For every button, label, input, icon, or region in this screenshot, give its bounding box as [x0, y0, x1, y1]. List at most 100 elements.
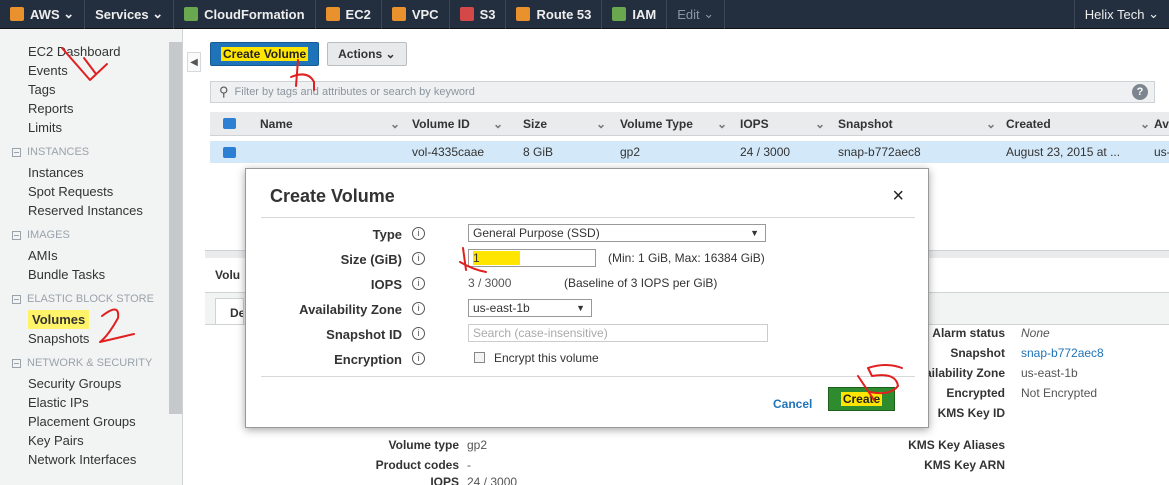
vpc-icon	[391, 7, 406, 21]
sidebar-item-amis[interactable]: AMIs	[0, 246, 182, 265]
sidebar-item-placement-groups[interactable]: Placement Groups	[0, 412, 182, 431]
create-button[interactable]: Create	[828, 387, 895, 411]
detail-label-volume-type: Volume type	[388, 438, 459, 452]
sidebar-item-limits[interactable]: Limits	[0, 118, 182, 137]
column-name[interactable]: Name	[260, 112, 293, 135]
dropdown-arrow-icon: ▼	[576, 303, 585, 313]
encrypt-checkbox[interactable]	[474, 352, 485, 363]
detail-value-product-codes: -	[467, 458, 471, 472]
toolbar: Create Volume Actions ⌄	[210, 42, 407, 66]
size-label: Size (GiB)	[340, 252, 402, 267]
sidebar-item-spot-requests[interactable]: Spot Requests	[0, 182, 182, 201]
sidebar-section-ebs[interactable]: ELASTIC BLOCK STORE	[0, 288, 182, 310]
info-icon[interactable]: i	[412, 277, 425, 290]
dialog-title: Create Volume	[270, 186, 395, 206]
create-volume-button[interactable]: Create Volume	[210, 42, 320, 66]
sidebar-section-instances[interactable]: INSTANCES	[0, 141, 182, 163]
filter-placeholder: Filter by tags and attributes or search …	[234, 86, 475, 98]
type-label: Type	[372, 227, 402, 242]
info-icon[interactable]: i	[412, 352, 425, 365]
cell-volume-id: vol-4335caae	[412, 145, 485, 159]
cell-created: August 23, 2015 at ...	[1006, 145, 1121, 159]
nav-s3[interactable]: S3	[450, 0, 507, 29]
column-volume-id[interactable]: Volume ID	[412, 112, 470, 135]
sidebar-item-tags[interactable]: Tags	[0, 80, 182, 99]
sidebar-item-network-interfaces[interactable]: Network Interfaces	[0, 450, 182, 469]
detail-value-availability-zone: us-east-1b	[1021, 366, 1078, 380]
account-menu[interactable]: Helix Tech ⌄	[1073, 0, 1169, 29]
filter-input[interactable]: ⚲ Filter by tags and attributes or searc…	[210, 81, 1155, 103]
dropdown-arrow-icon: ▼	[750, 228, 759, 238]
column-availability-zone[interactable]: Av	[1154, 112, 1169, 135]
sidebar-item-events[interactable]: Events	[0, 61, 182, 80]
select-all-checkbox[interactable]	[223, 118, 236, 129]
iops-value: 3 / 3000	[468, 276, 512, 290]
sidebar-item-reserved-instances[interactable]: Reserved Instances	[0, 201, 182, 220]
detail-value-iops: 24 / 3000	[467, 477, 518, 485]
help-icon[interactable]: ?	[1132, 84, 1148, 100]
dialog-footer-divider	[261, 376, 915, 377]
cell-availability-zone: us-	[1154, 145, 1169, 159]
sidebar-item-reports[interactable]: Reports	[0, 99, 182, 118]
sidebar-item-snapshots[interactable]: Snapshots	[0, 329, 182, 348]
detail-label-snapshot: Snapshot	[950, 346, 1005, 360]
sidebar-section-images[interactable]: IMAGES	[0, 224, 182, 246]
size-input[interactable]: 1	[468, 249, 596, 267]
sidebar-item-instances[interactable]: Instances	[0, 163, 182, 182]
sidebar-item-ec2-dashboard[interactable]: EC2 Dashboard	[0, 42, 182, 61]
column-volume-type[interactable]: Volume Type	[620, 112, 693, 135]
availability-zone-row: Availability Zone i us-east-1b ▼	[246, 299, 930, 321]
cell-snapshot: snap-b772aec8	[838, 145, 921, 159]
column-created[interactable]: Created	[1006, 112, 1051, 135]
actions-button[interactable]: Actions ⌄	[327, 42, 407, 66]
services-menu[interactable]: Services ⌄	[85, 0, 175, 29]
edit-menu[interactable]: Edit ⌄	[667, 0, 726, 29]
details-header: Volu	[215, 268, 241, 282]
detail-value-volume-type: gp2	[467, 438, 488, 452]
column-snapshot[interactable]: Snapshot	[838, 112, 893, 135]
info-icon[interactable]: i	[412, 302, 425, 315]
info-icon[interactable]: i	[412, 327, 425, 340]
search-icon: ⚲	[219, 84, 229, 99]
detail-value-encrypted: Not Encrypted	[1021, 386, 1098, 400]
sidebar-item-elastic-ips[interactable]: Elastic IPs	[0, 393, 182, 412]
info-icon[interactable]: i	[412, 227, 425, 240]
nav-iam[interactable]: IAM	[602, 0, 668, 29]
close-icon[interactable]: ×	[892, 185, 904, 208]
sidebar-item-volumes[interactable]: Volumes	[28, 310, 90, 329]
aws-menu[interactable]: AWS ⌄	[0, 0, 86, 29]
cancel-button[interactable]: Cancel	[773, 397, 812, 411]
detail-value-alarm-status: None	[1021, 326, 1050, 340]
sidebar-item-key-pairs[interactable]: Key Pairs	[0, 431, 182, 450]
type-select[interactable]: General Purpose (SSD) ▼	[468, 224, 766, 242]
info-icon[interactable]: i	[412, 252, 425, 265]
column-iops[interactable]: IOPS	[740, 112, 769, 135]
collapse-sidebar-icon[interactable]: ◀	[187, 52, 201, 72]
nav-vpc[interactable]: VPC	[382, 0, 450, 29]
row-checkbox[interactable]	[223, 146, 236, 158]
encryption-row: Encryption i Encrypt this volume	[246, 349, 930, 371]
sidebar-item-security-groups[interactable]: Security Groups	[0, 374, 182, 393]
detail-label-iops: IOPS	[430, 477, 459, 485]
nav-ec2[interactable]: EC2	[316, 0, 382, 29]
snapshot-input[interactable]: Search (case-insensitive)	[468, 324, 768, 342]
nav-cloudformation[interactable]: CloudFormation	[174, 0, 316, 29]
snapshot-label: Snapshot ID	[326, 327, 402, 342]
dialog-divider	[261, 217, 915, 218]
sidebar-scrollbar[interactable]	[169, 42, 182, 414]
availability-zone-select[interactable]: us-east-1b ▼	[468, 299, 592, 317]
iops-label: IOPS	[370, 277, 402, 292]
iam-icon	[612, 7, 627, 21]
sidebar-section-network[interactable]: NETWORK & SECURITY	[0, 352, 182, 374]
type-row: Type i General Purpose (SSD) ▼	[246, 224, 930, 246]
detail-label-encrypted: Encrypted	[946, 386, 1005, 400]
detail-value-snapshot[interactable]: snap-b772aec8	[1021, 346, 1104, 360]
collapse-minus-icon	[12, 358, 21, 368]
table-row[interactable]: vol-4335caae 8 GiB gp2 24 / 3000 snap-b7…	[210, 141, 1169, 163]
column-size[interactable]: Size	[523, 112, 547, 135]
volumes-table-header: Name ⌄ Volume ID ⌄ Size ⌄ Volume Type ⌄ …	[210, 112, 1169, 136]
tab-description[interactable]: De	[215, 298, 244, 324]
nav-route53[interactable]: Route 53	[506, 0, 603, 29]
sidebar-item-bundle-tasks[interactable]: Bundle Tasks	[0, 265, 182, 284]
detail-label-kms-key-id: KMS Key ID	[937, 406, 1005, 420]
